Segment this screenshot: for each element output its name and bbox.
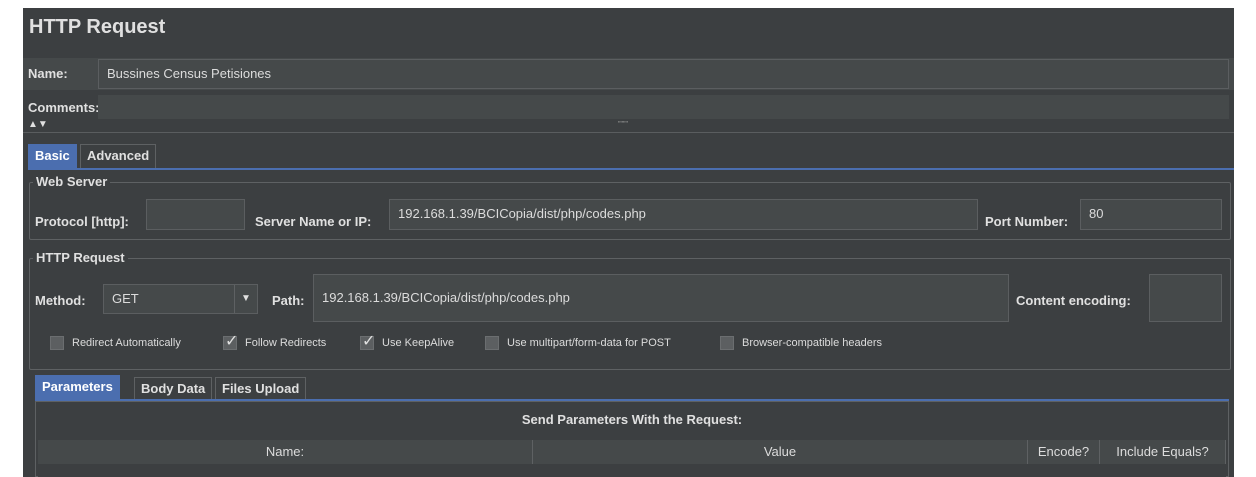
checkbox-label: Use KeepAlive [382, 337, 455, 349]
checkbox-label: Follow Redirects [245, 337, 327, 349]
check-icon: ✓ [362, 333, 376, 350]
checkbox-box[interactable] [50, 336, 64, 350]
server-field[interactable]: 192.168.1.39/BCICopia/dist/php/codes.php [389, 199, 978, 230]
encoding-field[interactable] [1149, 274, 1222, 322]
tab-body-data[interactable]: Body Data [134, 377, 213, 399]
checkbox-label: Redirect Automatically [72, 337, 181, 349]
tab-basic[interactable]: Basic [28, 144, 77, 168]
checkbox-box[interactable] [720, 336, 734, 350]
tab-advanced[interactable]: Advanced [80, 144, 157, 168]
checkbox-box[interactable]: ✓ [223, 333, 238, 350]
parameters-title: Send Parameters With the Request: [521, 412, 743, 427]
column-header-include-equals[interactable]: Include Equals? [1100, 440, 1226, 464]
encoding-label: Content encoding: [1016, 293, 1131, 308]
parameters-table-body[interactable] [38, 464, 1226, 477]
tab-parameters[interactable]: Parameters [35, 375, 120, 399]
name-field[interactable]: Bussines Census Petisiones [98, 59, 1229, 89]
page-title: HTTP Request [29, 16, 166, 38]
tab-files-upload[interactable]: Files Upload [215, 377, 307, 399]
checkbox-label: Use multipart/form-data for POST [507, 337, 671, 349]
column-header-encode[interactable]: Encode? [1028, 440, 1100, 464]
server-label: Server Name or IP: [255, 214, 372, 229]
path-field[interactable]: 192.168.1.39/BCICopia/dist/php/codes.php [313, 274, 1009, 322]
follow-redirects-checkbox[interactable]: ✓ Follow Redirects [223, 333, 327, 350]
tab-underline [28, 168, 1234, 170]
use-multipart-checkbox[interactable]: Use multipart/form-data for POST [485, 336, 671, 350]
path-label: Path: [272, 293, 305, 308]
splitter[interactable] [23, 132, 1234, 133]
redirect-automatically-checkbox[interactable]: Redirect Automatically [50, 336, 181, 350]
http-request-panel: HTTP Request Name: Bussines Census Petis… [23, 8, 1234, 477]
checkbox-box[interactable] [485, 336, 499, 350]
column-header-value[interactable]: Value [533, 440, 1028, 464]
comments-field[interactable] [98, 95, 1229, 119]
checkbox-box[interactable]: ✓ [360, 333, 375, 350]
splitter-grip-icon[interactable]: """" [618, 121, 628, 128]
comments-label: Comments: [28, 100, 100, 115]
method-select[interactable]: GET ▼ [103, 284, 258, 314]
collapse-arrows-icon[interactable]: ▲▼ [28, 119, 48, 130]
protocol-label: Protocol [http]: [35, 214, 129, 229]
web-server-title: Web Server [33, 174, 111, 189]
chevron-down-icon[interactable]: ▼ [234, 285, 257, 313]
http-request-group-title: HTTP Request [33, 250, 128, 265]
use-keepalive-checkbox[interactable]: ✓ Use KeepAlive [360, 333, 455, 350]
method-value: GET [112, 291, 139, 306]
browser-compatible-headers-checkbox[interactable]: Browser-compatible headers [720, 336, 882, 350]
protocol-field[interactable] [146, 199, 245, 230]
check-icon: ✓ [225, 333, 239, 350]
port-label: Port Number: [985, 214, 1069, 229]
checkbox-label: Browser-compatible headers [742, 337, 883, 349]
column-header-name[interactable]: Name: [38, 440, 533, 464]
name-label: Name: [28, 66, 68, 81]
method-label: Method: [35, 293, 86, 308]
port-field[interactable]: 80 [1080, 199, 1222, 230]
